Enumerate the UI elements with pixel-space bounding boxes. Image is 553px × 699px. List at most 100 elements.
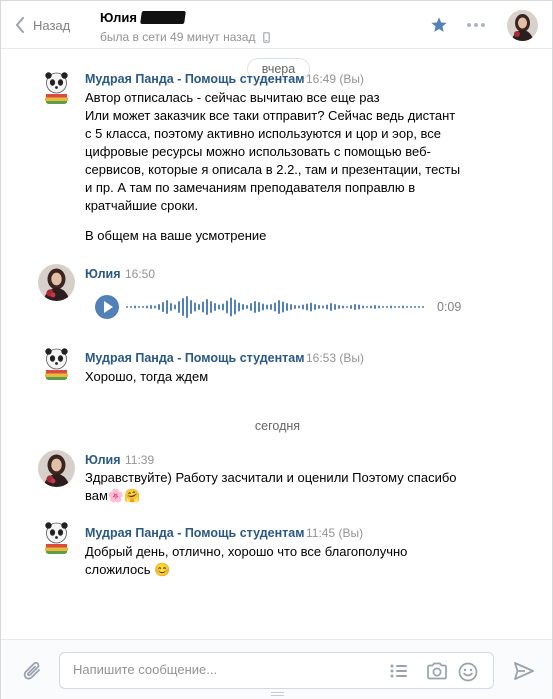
message-line: и пр. А там по замечаниям преподавателя … [85, 180, 416, 195]
waveform-bar [230, 297, 232, 317]
message-author[interactable]: Юлия [85, 267, 121, 281]
message-text: В общем на ваше усмотрение [85, 228, 267, 243]
waveform-bar [418, 306, 420, 308]
message-line: Здравствуйте) Работу засчитали и оценили… [85, 470, 457, 485]
waveform-bar [422, 306, 424, 308]
waveform-bar [314, 304, 316, 310]
message-line: сложилось 😊 [85, 562, 171, 577]
camera-icon[interactable] [426, 662, 448, 680]
message-time[interactable]: 16:49 (Вы) [306, 72, 364, 86]
message-composer [1, 639, 552, 699]
back-button[interactable]: Назад [15, 15, 70, 35]
message-author[interactable]: Мудрая Панда - Помощь студентам [85, 526, 304, 540]
waveform-bar [170, 303, 172, 311]
waveform-bar [266, 304, 268, 310]
waveform-bar [246, 305, 248, 309]
message-line: Автор отписалась - сейчас вычитаю все ещ… [85, 90, 380, 105]
paperclip-icon[interactable] [23, 660, 43, 682]
waveform-bar [406, 306, 408, 308]
audio-waveform[interactable] [126, 294, 428, 320]
list-icon[interactable] [390, 663, 408, 679]
chevron-left-icon [16, 17, 24, 33]
waveform-bar [166, 300, 168, 314]
waveform-bar [286, 303, 288, 311]
play-button[interactable] [95, 295, 119, 319]
more-menu-icon[interactable] [467, 23, 485, 27]
panda-avatar[interactable] [38, 519, 75, 556]
waveform-bar [130, 306, 132, 308]
panda-avatar[interactable] [38, 345, 75, 382]
message-line: вам🌸🤗 [85, 488, 141, 503]
waveform-bar [206, 299, 208, 315]
waveform-bar [174, 304, 176, 310]
message-time[interactable]: 16:50 [125, 267, 155, 281]
waveform-bar [258, 302, 260, 312]
waveform-bar [410, 306, 412, 308]
waveform-bar [306, 303, 308, 311]
peer-status-text: была в сети 49 минут назад [100, 30, 256, 44]
audio-duration: 0:09 [437, 300, 462, 314]
star-icon[interactable] [430, 16, 448, 34]
waveform-bar [334, 304, 336, 310]
waveform-bar [398, 306, 400, 308]
waveform-bar [202, 301, 204, 313]
waveform-bar [282, 301, 284, 313]
message-line: сервисов, которые я описала в 2.2., там … [85, 162, 461, 177]
waveform-bar [190, 300, 192, 314]
waveform-bar [326, 304, 328, 310]
waveform-bar [254, 301, 256, 313]
message-line: с 5 класса, поэтому активно используются… [85, 126, 442, 141]
send-icon[interactable] [513, 661, 535, 681]
waveform-bar [154, 305, 156, 309]
message-input[interactable] [73, 662, 373, 677]
waveform-bar [186, 296, 188, 318]
waveform-bar [318, 305, 320, 309]
waveform-bar [126, 306, 128, 308]
waveform-bar [394, 306, 396, 308]
message-text: Добрый день, отлично, хорошо что все бла… [85, 543, 485, 579]
user-avatar[interactable] [38, 264, 75, 301]
waveform-bar [242, 304, 244, 310]
waveform-bar [218, 304, 220, 310]
message-text: Автор отписалась - сейчас вычитаю все ещ… [85, 89, 505, 215]
peer-name[interactable]: Юлия [100, 10, 186, 25]
waveform-bar [146, 305, 148, 309]
waveform-bar [346, 306, 348, 308]
message-time[interactable]: 11:39 [125, 453, 154, 467]
waveform-bar [366, 306, 368, 308]
waveform-bar [302, 304, 304, 310]
message-author[interactable]: Мудрая Панда - Помощь студентам [85, 351, 304, 365]
waveform-bar [210, 301, 212, 313]
waveform-bar [150, 305, 152, 309]
mobile-phone-icon [263, 31, 271, 43]
waveform-bar [222, 303, 224, 311]
resize-grip[interactable] [271, 692, 284, 698]
peer-status: была в сети 49 минут назад [100, 30, 271, 44]
message-time[interactable]: 16:53 (Вы) [306, 351, 364, 365]
message-line: кратчайшие сроки. [85, 198, 199, 213]
waveform-bar [278, 300, 280, 314]
panda-avatar[interactable] [38, 69, 75, 106]
waveform-bar [262, 303, 264, 311]
waveform-bar [238, 302, 240, 312]
waveform-bar [198, 304, 200, 310]
waveform-bar [342, 305, 344, 309]
redaction-mark [140, 11, 186, 24]
user-avatar[interactable] [38, 450, 75, 487]
waveform-bar [178, 301, 180, 313]
waveform-bar [294, 305, 296, 309]
waveform-bar [310, 302, 312, 312]
message-author[interactable]: Мудрая Панда - Помощь студентам [85, 72, 304, 86]
message-author[interactable]: Юлия [85, 453, 121, 467]
peer-avatar[interactable] [507, 10, 538, 41]
waveform-bar [182, 298, 184, 316]
waveform-bar [290, 304, 292, 310]
waveform-bar [382, 306, 384, 308]
message-input-box[interactable] [59, 652, 494, 689]
message-line: цифровые ресурсы можно использовать с по… [85, 144, 431, 159]
message-time[interactable]: 11:45 (Вы) [306, 526, 363, 540]
waveform-bar [226, 300, 228, 314]
message-line: Добрый день, отлично, хорошо что все бла… [85, 544, 408, 559]
waveform-bar [142, 306, 144, 308]
emoji-smile-icon[interactable] [458, 662, 478, 682]
